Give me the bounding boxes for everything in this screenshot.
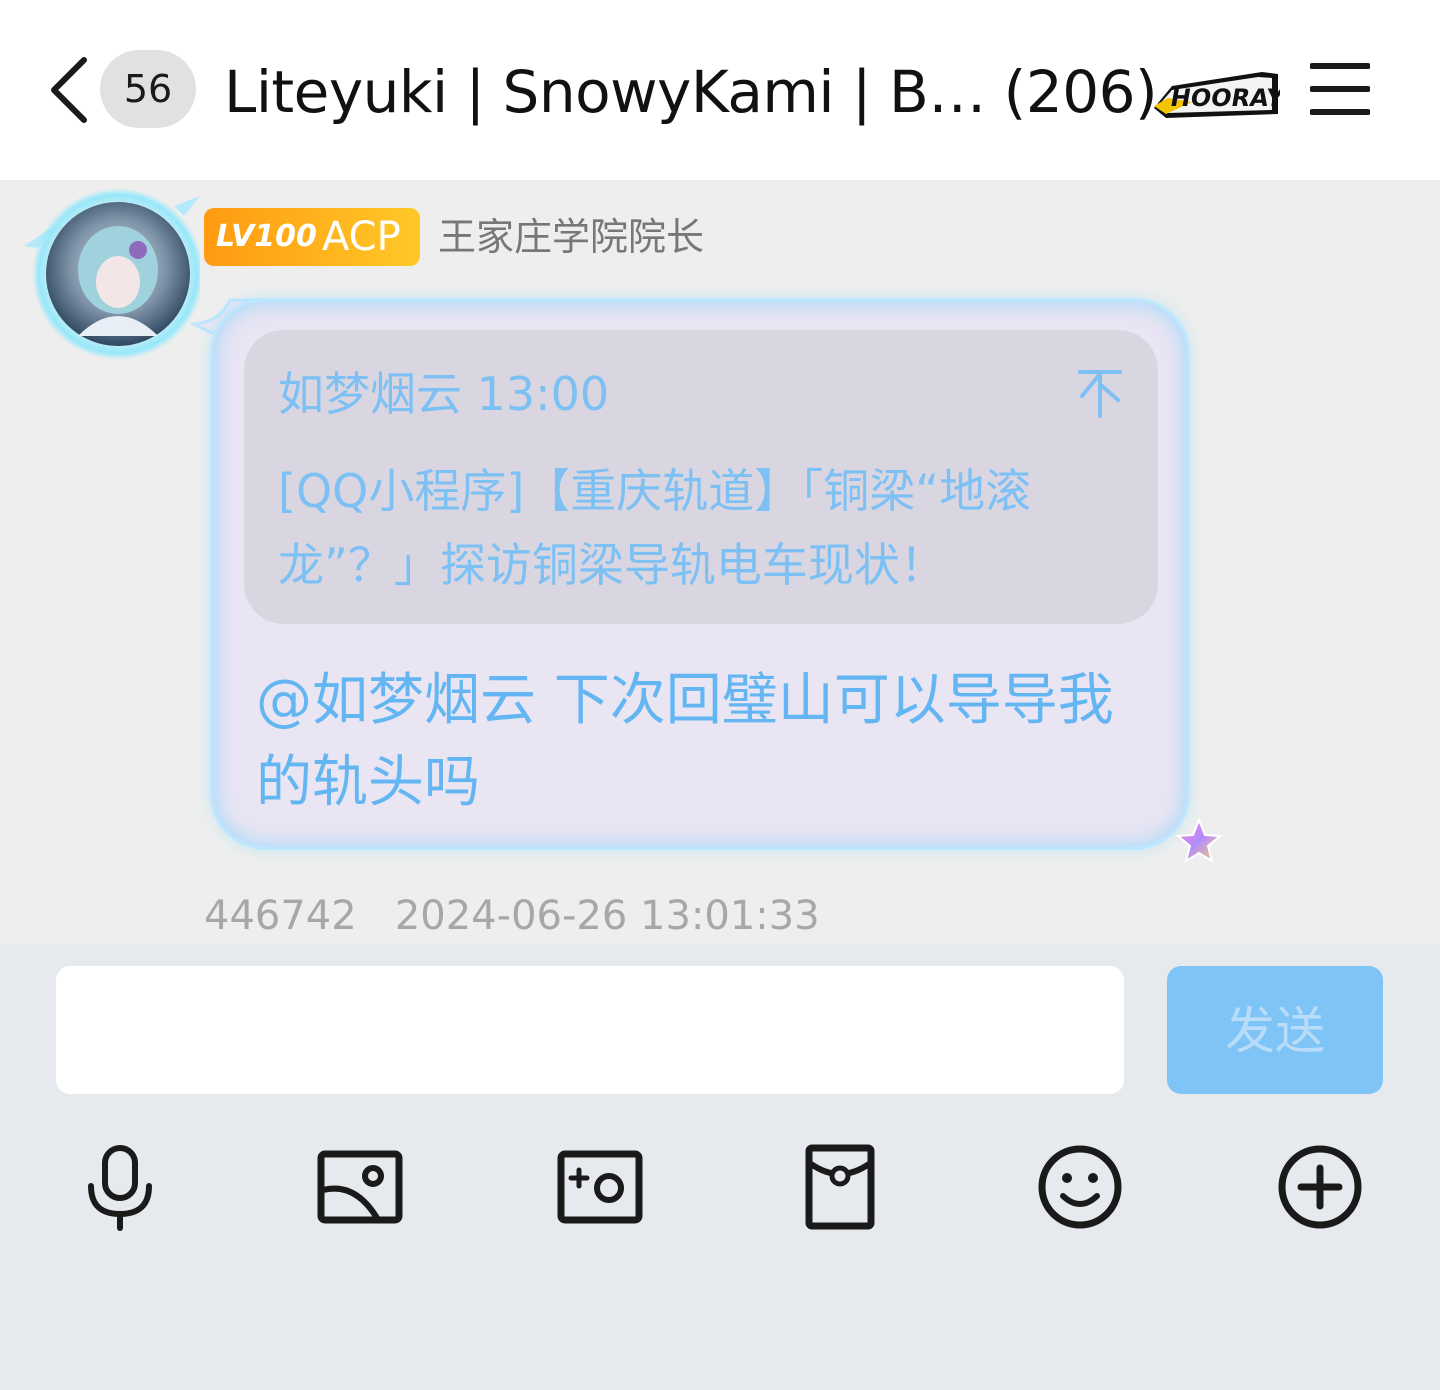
hooray-badge: HOORAY bbox=[1154, 72, 1280, 118]
level-title: ACP bbox=[322, 214, 401, 260]
star-icon bbox=[1176, 818, 1222, 864]
menu-icon[interactable] bbox=[1310, 62, 1370, 116]
level-badge: LV100 ACP bbox=[204, 208, 420, 266]
chat-header: 56 Liteyuki | SnowyKami | B… (206) HOORA… bbox=[0, 0, 1440, 180]
send-button[interactable]: 发送 bbox=[1167, 966, 1383, 1094]
message-input[interactable] bbox=[56, 966, 1124, 1094]
image-icon[interactable] bbox=[315, 1142, 405, 1232]
plus-icon[interactable] bbox=[1275, 1142, 1365, 1232]
chat-title[interactable]: Liteyuki | SnowyKami | B… (206) bbox=[224, 50, 1158, 134]
message-text: @如梦烟云 下次回璧山可以导导我的轨头吗 bbox=[256, 668, 1114, 815]
jump-to-quote-icon[interactable] bbox=[1076, 366, 1124, 420]
quote-text: [QQ小程序]【重庆轨道】「铜梁“地滚龙”？」探访铜梁导轨电车现状！ bbox=[278, 464, 1032, 592]
quote-sender-time: 如梦烟云 13:00 bbox=[278, 367, 610, 421]
emoji-icon[interactable] bbox=[1035, 1142, 1125, 1232]
unread-count-badge[interactable]: 56 bbox=[100, 50, 196, 128]
message-meta: 446742 2024-06-26 13:01:33 bbox=[204, 893, 820, 939]
member-title: 王家庄学院院长 bbox=[438, 215, 705, 259]
sender-avatar[interactable] bbox=[14, 186, 200, 362]
svg-text:HOORAY: HOORAY bbox=[1168, 84, 1280, 112]
level-label: LV100 bbox=[216, 219, 317, 254]
camera-icon[interactable] bbox=[555, 1142, 645, 1232]
back-arrow-icon[interactable] bbox=[44, 54, 94, 126]
red-packet-icon[interactable] bbox=[795, 1142, 885, 1232]
microphone-icon[interactable] bbox=[75, 1142, 165, 1232]
